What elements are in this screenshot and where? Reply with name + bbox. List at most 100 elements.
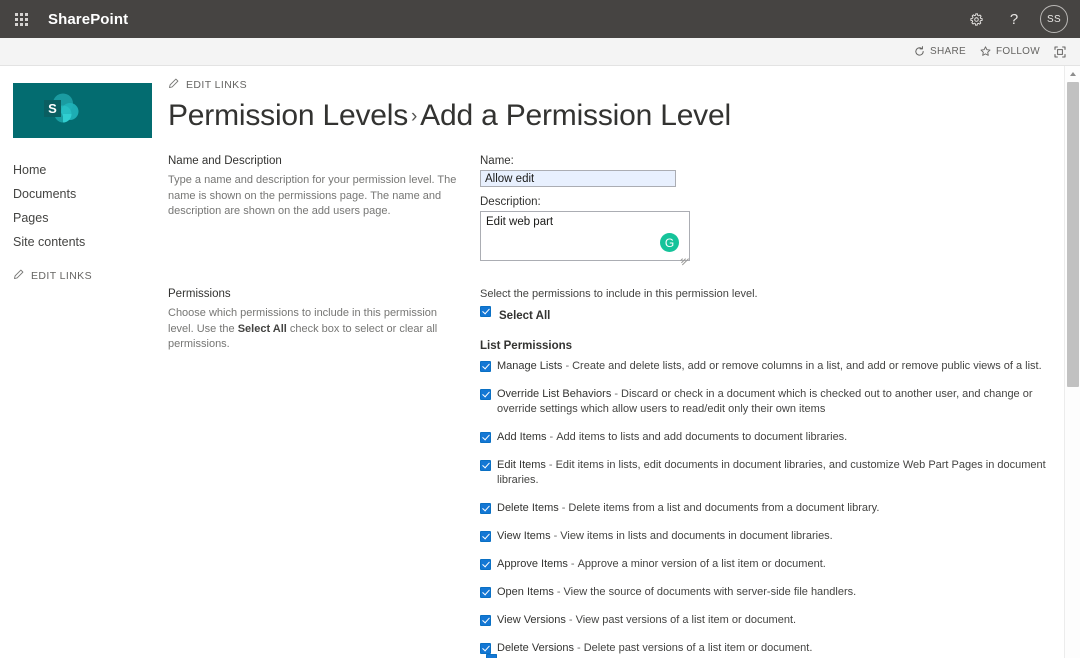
site-logo[interactable]: S (13, 83, 152, 138)
permissions-intro: Select the permissions to include in thi… (480, 288, 1060, 300)
permission-dash: - (611, 388, 621, 400)
permissions-fields: Select the permissions to include in thi… (480, 288, 1060, 658)
permission-desc: Add items to lists and add documents to … (556, 431, 847, 443)
permission-checkbox-view-versions[interactable] (480, 615, 491, 626)
permission-row[interactable]: View Items-View items in lists and docum… (480, 529, 1060, 544)
name-input[interactable] (480, 170, 676, 187)
star-icon (980, 46, 991, 57)
permission-desc: View the source of documents with server… (564, 586, 857, 598)
permission-label[interactable]: Manage Lists-Create and delete lists, ad… (497, 359, 1042, 374)
permission-name: Delete Versions (497, 642, 574, 654)
permission-name: Manage Lists (497, 360, 562, 372)
share-button[interactable]: SHARE (914, 46, 966, 57)
permission-label[interactable]: Edit Items-Edit items in lists, edit doc… (497, 458, 1060, 488)
permission-row[interactable]: Approve Items-Approve a minor version of… (480, 557, 1060, 572)
perm-desc-bold: Select All (238, 323, 287, 335)
nav-edit-links-label: EDIT LINKS (31, 270, 92, 282)
permission-dash: - (562, 360, 572, 372)
description-field-wrapper: G (480, 211, 690, 261)
permission-name: View Items (497, 530, 551, 542)
permission-name: Override List Behaviors (497, 388, 611, 400)
permission-label[interactable]: Delete Versions-Delete past versions of … (497, 641, 812, 656)
breadcrumb-separator: › (408, 106, 420, 127)
avatar[interactable]: SS (1040, 5, 1068, 33)
permission-checkbox-manage-lists[interactable] (480, 361, 491, 372)
permission-row[interactable]: Edit Items-Edit items in lists, edit doc… (480, 458, 1060, 488)
sharepoint-brand-link[interactable]: SharePoint (48, 11, 128, 28)
permission-label[interactable]: Delete Items-Delete items from a list an… (497, 501, 879, 516)
permission-row[interactable]: Add Items-Add items to lists and add doc… (480, 430, 1060, 445)
permission-label[interactable]: Add Items-Add items to lists and add doc… (497, 430, 847, 445)
permission-desc: Create and delete lists, add or remove c… (572, 360, 1042, 372)
select-all-label[interactable]: Select All (499, 310, 550, 322)
sidebar-item-home[interactable]: Home (13, 159, 153, 183)
permission-label[interactable]: Approve Items-Approve a minor version of… (497, 557, 826, 572)
nav-edit-links-button[interactable]: EDIT LINKS (13, 269, 153, 283)
permission-checkbox-next-clipped[interactable] (486, 654, 497, 658)
name-field-label: Name: (480, 155, 1060, 167)
permission-dash: - (546, 459, 556, 471)
permission-label[interactable]: View Items-View items in lists and docum… (497, 529, 833, 544)
sidebar-item-documents[interactable]: Documents (13, 183, 153, 207)
permission-checkbox-open-items[interactable] (480, 587, 491, 598)
share-label: SHARE (930, 46, 966, 57)
suite-bar-actions: ? SS (958, 0, 1070, 38)
permission-row[interactable]: Manage Lists-Create and delete lists, ad… (480, 359, 1060, 374)
app-launcher-icon[interactable] (6, 4, 36, 34)
permission-checkbox-delete-versions[interactable] (480, 643, 491, 654)
permission-row[interactable]: Delete Versions-Delete past versions of … (480, 641, 1060, 656)
grammarly-icon[interactable]: G (660, 233, 679, 252)
name-and-description-help: Name and Description Type a name and des… (168, 155, 480, 261)
page-body: S Home Documents Pages Site contents EDI… (0, 66, 1080, 658)
header-edit-links-button[interactable]: EDIT LINKS (168, 78, 1060, 92)
pencil-icon (13, 269, 24, 283)
permissions-help: Permissions Choose which permissions to … (168, 288, 480, 658)
permission-label[interactable]: View Versions-View past versions of a li… (497, 613, 796, 628)
help-icon[interactable]: ? (996, 0, 1032, 38)
left-navigation: Home Documents Pages Site contents EDIT … (13, 159, 153, 283)
focus-on-content-button[interactable] (1054, 46, 1066, 58)
form-region: Name and Description Type a name and des… (168, 155, 1060, 658)
permission-desc: View items in lists and documents in doc… (560, 530, 832, 542)
permission-checkbox-view-items[interactable] (480, 531, 491, 542)
permission-row[interactable]: Delete Items-Delete items from a list an… (480, 501, 1060, 516)
permission-row[interactable]: Override List Behaviors-Discard or check… (480, 387, 1060, 417)
description-field-label: Description: (480, 196, 1060, 208)
list-permissions-items: Manage Lists-Create and delete lists, ad… (480, 359, 1060, 656)
permission-row[interactable]: Open Items-View the source of documents … (480, 585, 1060, 600)
follow-button[interactable]: FOLLOW (980, 46, 1040, 57)
permission-checkbox-override-list-behaviors[interactable] (480, 389, 491, 400)
permission-dash: - (568, 558, 578, 570)
permission-checkbox-delete-items[interactable] (480, 503, 491, 514)
name-section-heading: Name and Description (168, 155, 458, 167)
permission-checkbox-edit-items[interactable] (480, 460, 491, 471)
permission-checkbox-approve-items[interactable] (480, 559, 491, 570)
pencil-icon (168, 78, 179, 92)
permission-dash: - (554, 586, 564, 598)
permission-name: Add Items (497, 431, 547, 443)
permissions-section-heading: Permissions (168, 288, 458, 300)
chevron-up-icon (1070, 72, 1076, 76)
permission-dash: - (547, 431, 557, 443)
main-content: EDIT LINKS Permission Levels›Add a Permi… (168, 78, 1060, 658)
permission-checkbox-add-items[interactable] (480, 432, 491, 443)
description-textarea[interactable] (480, 211, 690, 261)
vertical-scrollbar[interactable] (1064, 66, 1080, 658)
header-edit-links-label: EDIT LINKS (186, 79, 247, 91)
breadcrumb-parent[interactable]: Permission Levels (168, 99, 408, 132)
scroll-up-button[interactable] (1065, 66, 1080, 81)
scrollbar-thumb[interactable] (1067, 82, 1079, 387)
textarea-resize-handle[interactable] (679, 250, 689, 260)
sidebar-item-pages[interactable]: Pages (13, 207, 153, 231)
select-all-row[interactable]: Select All (480, 305, 1060, 322)
permission-label[interactable]: Open Items-View the source of documents … (497, 585, 856, 600)
permission-row[interactable]: View Versions-View past versions of a li… (480, 613, 1060, 628)
sidebar-item-site-contents[interactable]: Site contents (13, 231, 153, 255)
gear-icon[interactable] (958, 0, 994, 38)
permission-desc: Approve a minor version of a list item o… (578, 558, 826, 570)
permission-name: Delete Items (497, 502, 559, 514)
permission-label[interactable]: Override List Behaviors-Discard or check… (497, 387, 1060, 417)
select-all-checkbox[interactable] (480, 306, 491, 317)
permissions-section-description: Choose which permissions to include in t… (168, 306, 458, 353)
share-icon (914, 46, 925, 57)
